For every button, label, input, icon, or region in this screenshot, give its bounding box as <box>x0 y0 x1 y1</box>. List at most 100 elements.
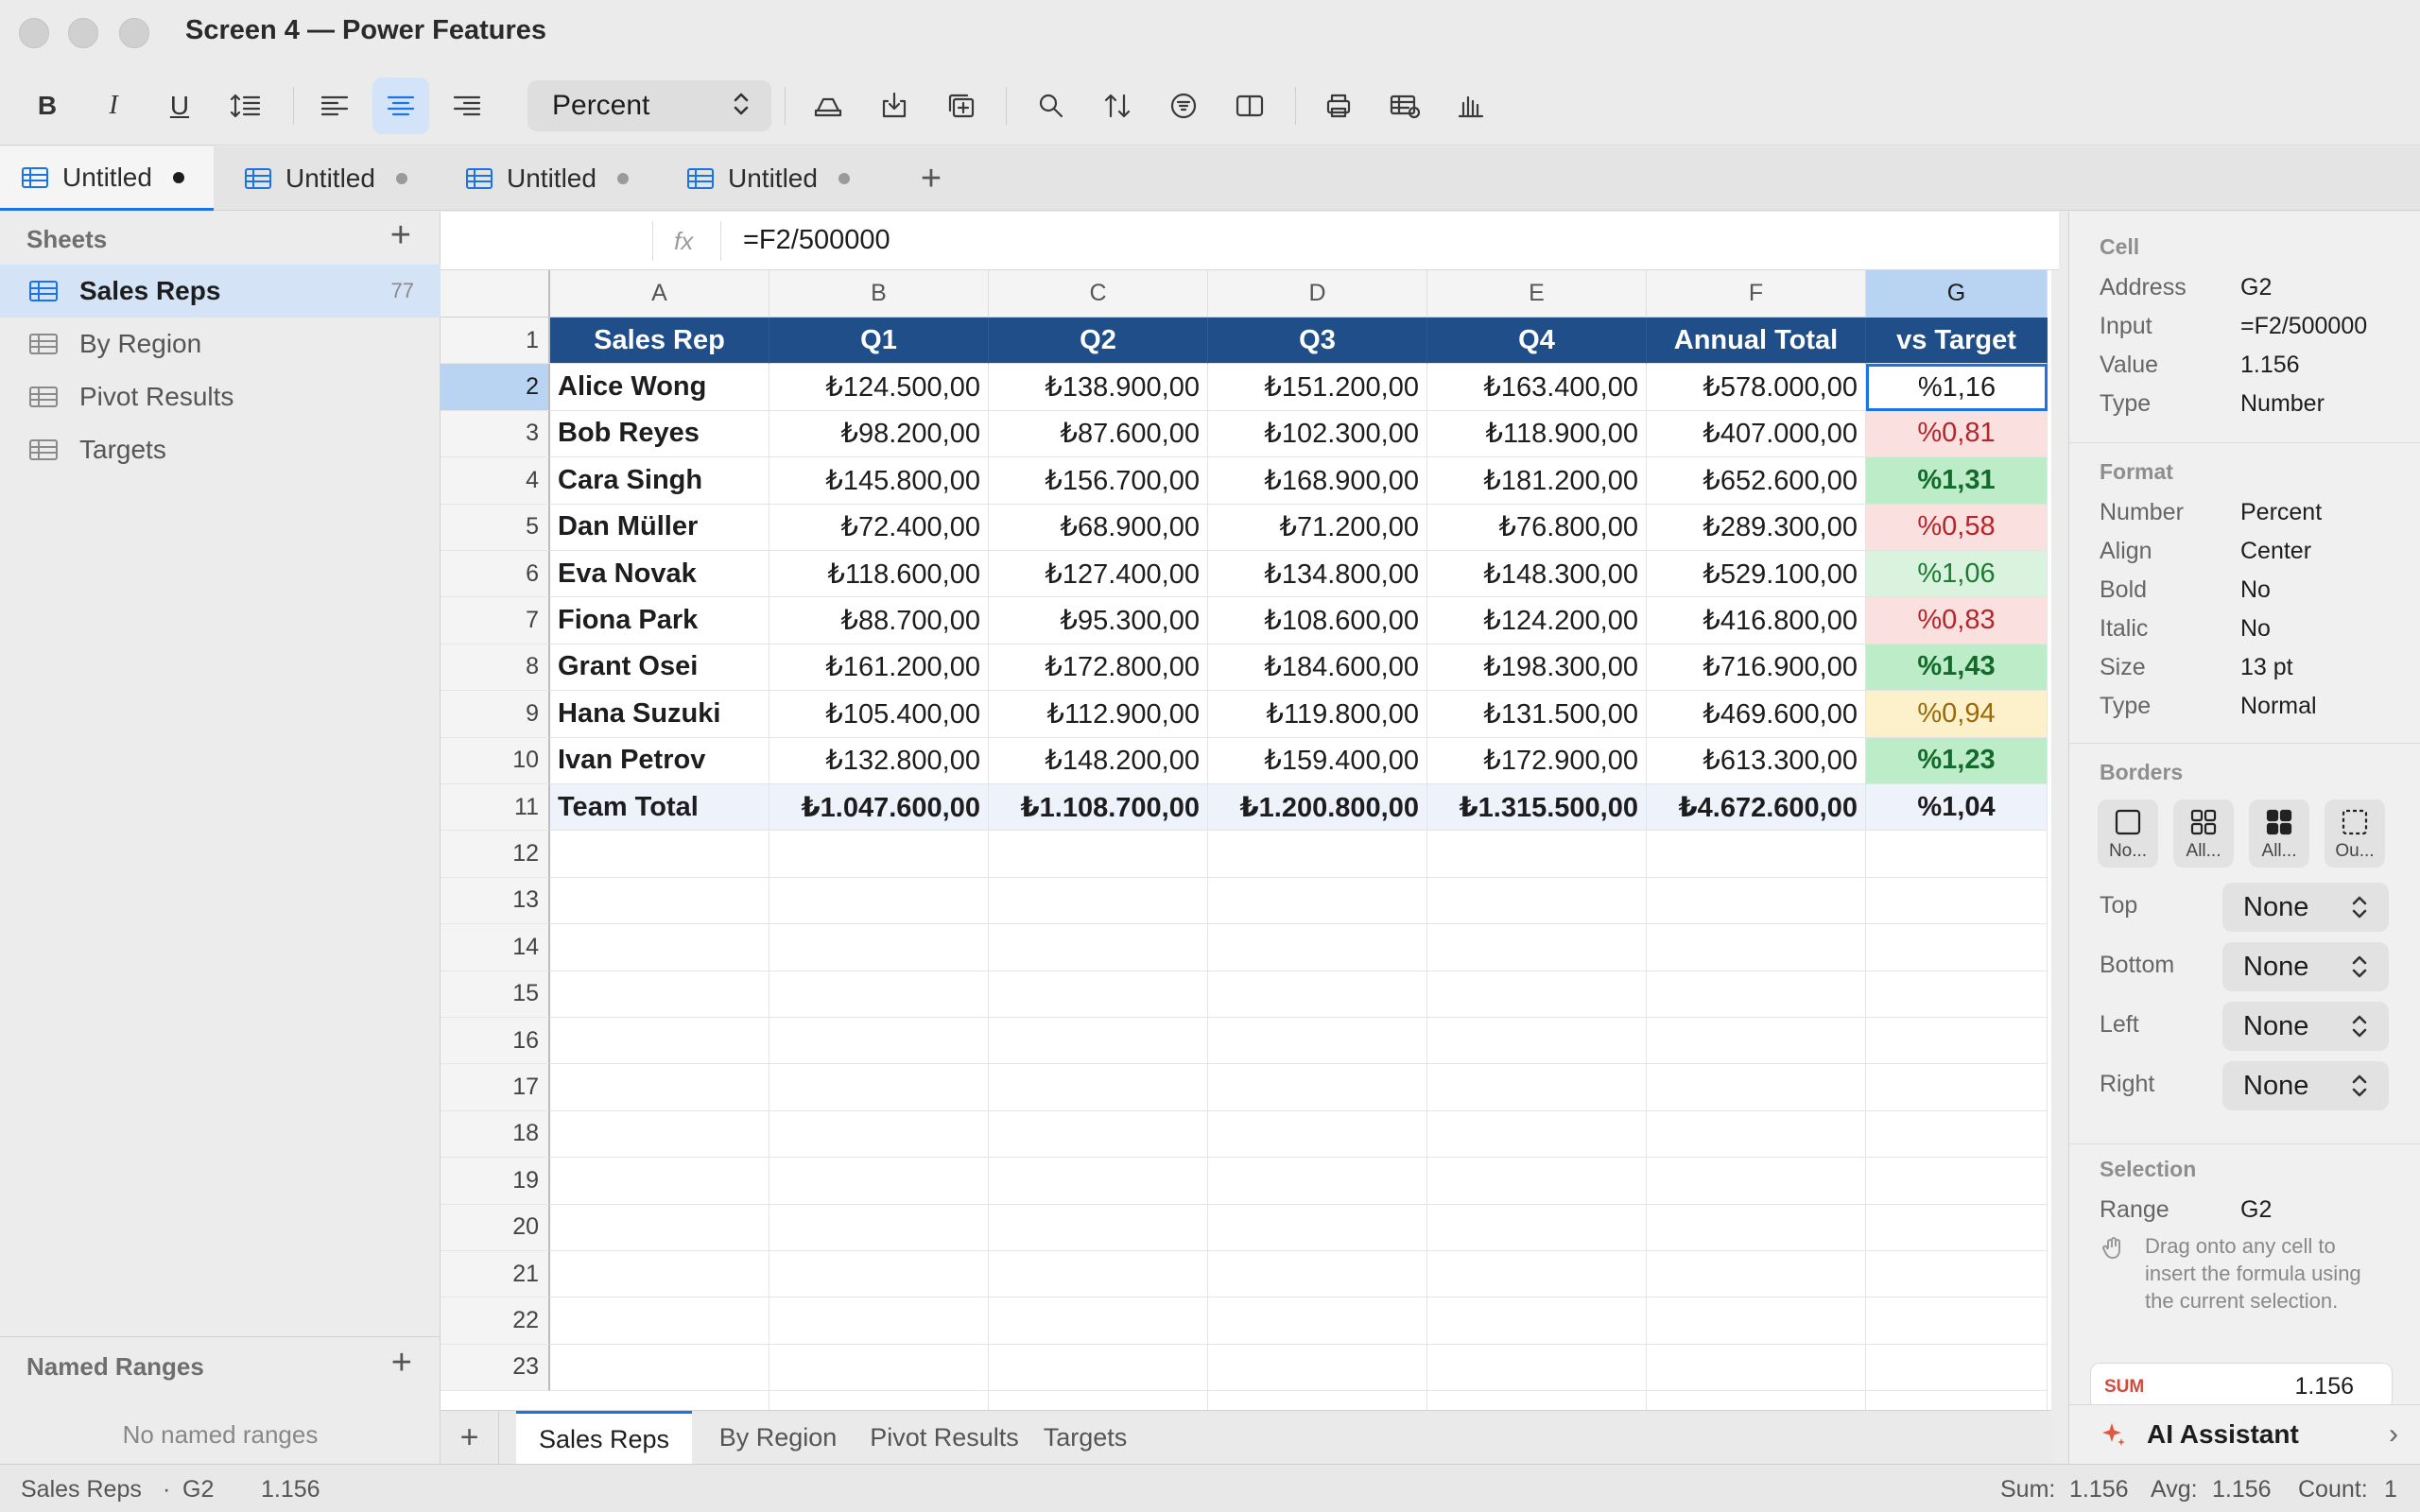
empty-cell[interactable] <box>769 971 989 1018</box>
insert-table-button[interactable] <box>1376 77 1433 134</box>
empty-cell[interactable] <box>550 877 769 925</box>
doc-tab-3[interactable]: Untitled <box>444 146 658 211</box>
quarter-value-cell[interactable]: ₺132.800,00 <box>769 737 989 784</box>
select-all-corner[interactable] <box>441 270 550 318</box>
add-sheet-tab-button[interactable]: + <box>441 1411 499 1465</box>
clear-format-button[interactable] <box>800 77 856 134</box>
empty-cell[interactable] <box>1208 1204 1427 1251</box>
row-header-3[interactable]: 3 <box>441 410 550 458</box>
empty-cell[interactable] <box>1427 1297 1647 1345</box>
sales-rep-name-cell[interactable]: Ivan Petrov <box>550 737 769 784</box>
row-header-2[interactable]: 2 <box>441 364 550 411</box>
quarter-value-cell[interactable]: ₺156.700,00 <box>989 457 1208 505</box>
sidebar-item-targets[interactable]: Targets <box>0 423 441 476</box>
header-cell[interactable]: Q1 <box>769 318 989 365</box>
header-cell[interactable]: Q2 <box>989 318 1208 365</box>
row-header-20[interactable]: 20 <box>441 1204 550 1251</box>
empty-cell[interactable] <box>550 1391 769 1410</box>
empty-cell[interactable] <box>989 924 1208 971</box>
border-all-button[interactable]: All... <box>2173 799 2234 868</box>
empty-cell[interactable] <box>1647 1297 1866 1345</box>
empty-cell[interactable] <box>769 1158 989 1205</box>
quarter-value-cell[interactable]: ₺105.400,00 <box>769 691 989 738</box>
empty-cell[interactable] <box>1866 1251 2048 1298</box>
header-cell[interactable]: Sales Rep <box>550 318 769 365</box>
line-spacing-button[interactable] <box>217 77 274 134</box>
sales-rep-name-cell[interactable]: Eva Novak <box>550 551 769 598</box>
empty-cell[interactable] <box>1427 1251 1647 1298</box>
quarter-value-cell[interactable]: ₺127.400,00 <box>989 551 1208 598</box>
row-header-13[interactable]: 13 <box>441 877 550 925</box>
empty-cell[interactable] <box>550 1204 769 1251</box>
find-button[interactable] <box>1023 77 1080 134</box>
row-header-10[interactable]: 10 <box>441 737 550 784</box>
row-header-8[interactable]: 8 <box>441 644 550 692</box>
empty-cell[interactable] <box>1647 1110 1866 1159</box>
empty-cell[interactable] <box>1866 924 2048 971</box>
empty-cell[interactable] <box>1647 1018 1866 1065</box>
empty-cell[interactable] <box>769 1251 989 1298</box>
active-cell[interactable]: %1,16 <box>1866 364 2048 411</box>
doc-tab-2[interactable]: Untitled <box>223 146 437 211</box>
sidebar-item-by-region[interactable]: By Region <box>0 318 441 370</box>
empty-cell[interactable] <box>550 924 769 971</box>
empty-cell[interactable] <box>769 831 989 878</box>
print-button[interactable] <box>1310 77 1367 134</box>
annual-total-cell[interactable]: ₺652.600,00 <box>1647 457 1866 505</box>
empty-cell[interactable] <box>550 831 769 878</box>
empty-cell[interactable] <box>769 1110 989 1159</box>
empty-cell[interactable] <box>989 1204 1208 1251</box>
empty-cell[interactable] <box>550 1251 769 1298</box>
empty-cell[interactable] <box>1208 1110 1427 1159</box>
empty-cell[interactable] <box>989 1018 1208 1065</box>
empty-cell[interactable] <box>1866 1344 2048 1392</box>
empty-cell[interactable] <box>1647 1391 1866 1410</box>
empty-cell[interactable] <box>1427 831 1647 878</box>
row-header-22[interactable]: 22 <box>441 1297 550 1345</box>
spreadsheet-grid[interactable]: A B C D E F G 1 2 3 4 5 6 7 8 9 10 11 12 13 14 15 16 17 18 19 20 21… <box>441 270 2051 1410</box>
header-cell[interactable]: Annual Total <box>1647 318 1866 365</box>
empty-cell[interactable] <box>550 1064 769 1111</box>
quarter-value-cell[interactable]: ₺87.600,00 <box>989 410 1208 458</box>
row-header-14[interactable]: 14 <box>441 924 550 971</box>
quarter-value-cell[interactable]: ₺124.500,00 <box>769 364 989 411</box>
quarter-value-cell[interactable]: ₺102.300,00 <box>1208 410 1427 458</box>
empty-cell[interactable] <box>1866 831 2048 878</box>
empty-cell[interactable] <box>989 1064 1208 1111</box>
quarter-value-cell[interactable]: ₺124.200,00 <box>1427 597 1647 644</box>
quarter-value-cell[interactable]: ₺118.600,00 <box>769 551 989 598</box>
vs-target-cell[interactable]: %1,04 <box>1866 784 2048 832</box>
ai-assistant-button[interactable]: AI Assistant › <box>2069 1404 2420 1464</box>
empty-cell[interactable] <box>769 877 989 925</box>
empty-cell[interactable] <box>1427 877 1647 925</box>
total-row-label[interactable]: Team Total <box>550 784 769 832</box>
empty-cell[interactable] <box>1647 1251 1866 1298</box>
row-header-7[interactable]: 7 <box>441 597 550 644</box>
empty-cell[interactable] <box>550 1018 769 1065</box>
empty-cell[interactable] <box>769 1204 989 1251</box>
empty-cell[interactable] <box>989 877 1208 925</box>
quarter-value-cell[interactable]: ₺159.400,00 <box>1208 737 1427 784</box>
close-window-button[interactable] <box>19 18 49 48</box>
empty-cell[interactable] <box>550 1158 769 1205</box>
empty-cell[interactable] <box>989 1391 1208 1410</box>
empty-cell[interactable] <box>989 1297 1208 1345</box>
new-tab-button[interactable]: + <box>908 146 955 211</box>
row-header-16[interactable]: 16 <box>441 1018 550 1065</box>
quarter-value-cell[interactable]: ₺161.200,00 <box>769 644 989 692</box>
duplicate-button[interactable] <box>932 77 989 134</box>
empty-cell[interactable] <box>550 1110 769 1159</box>
vs-target-cell[interactable]: %1,43 <box>1866 644 2048 692</box>
empty-cell[interactable] <box>1647 1064 1866 1111</box>
empty-cell[interactable] <box>1427 1064 1647 1111</box>
italic-button[interactable]: I <box>85 77 142 134</box>
empty-cell[interactable] <box>1866 1064 2048 1111</box>
border-left-select[interactable]: None <box>2222 1002 2389 1051</box>
empty-cell[interactable] <box>1208 831 1427 878</box>
empty-cell[interactable] <box>769 924 989 971</box>
sales-rep-name-cell[interactable]: Bob Reyes <box>550 410 769 458</box>
empty-cell[interactable] <box>1647 877 1866 925</box>
add-sheet-button[interactable]: + <box>390 215 411 256</box>
align-left-button[interactable] <box>306 77 363 134</box>
border-none-button[interactable]: No... <box>2098 799 2158 868</box>
